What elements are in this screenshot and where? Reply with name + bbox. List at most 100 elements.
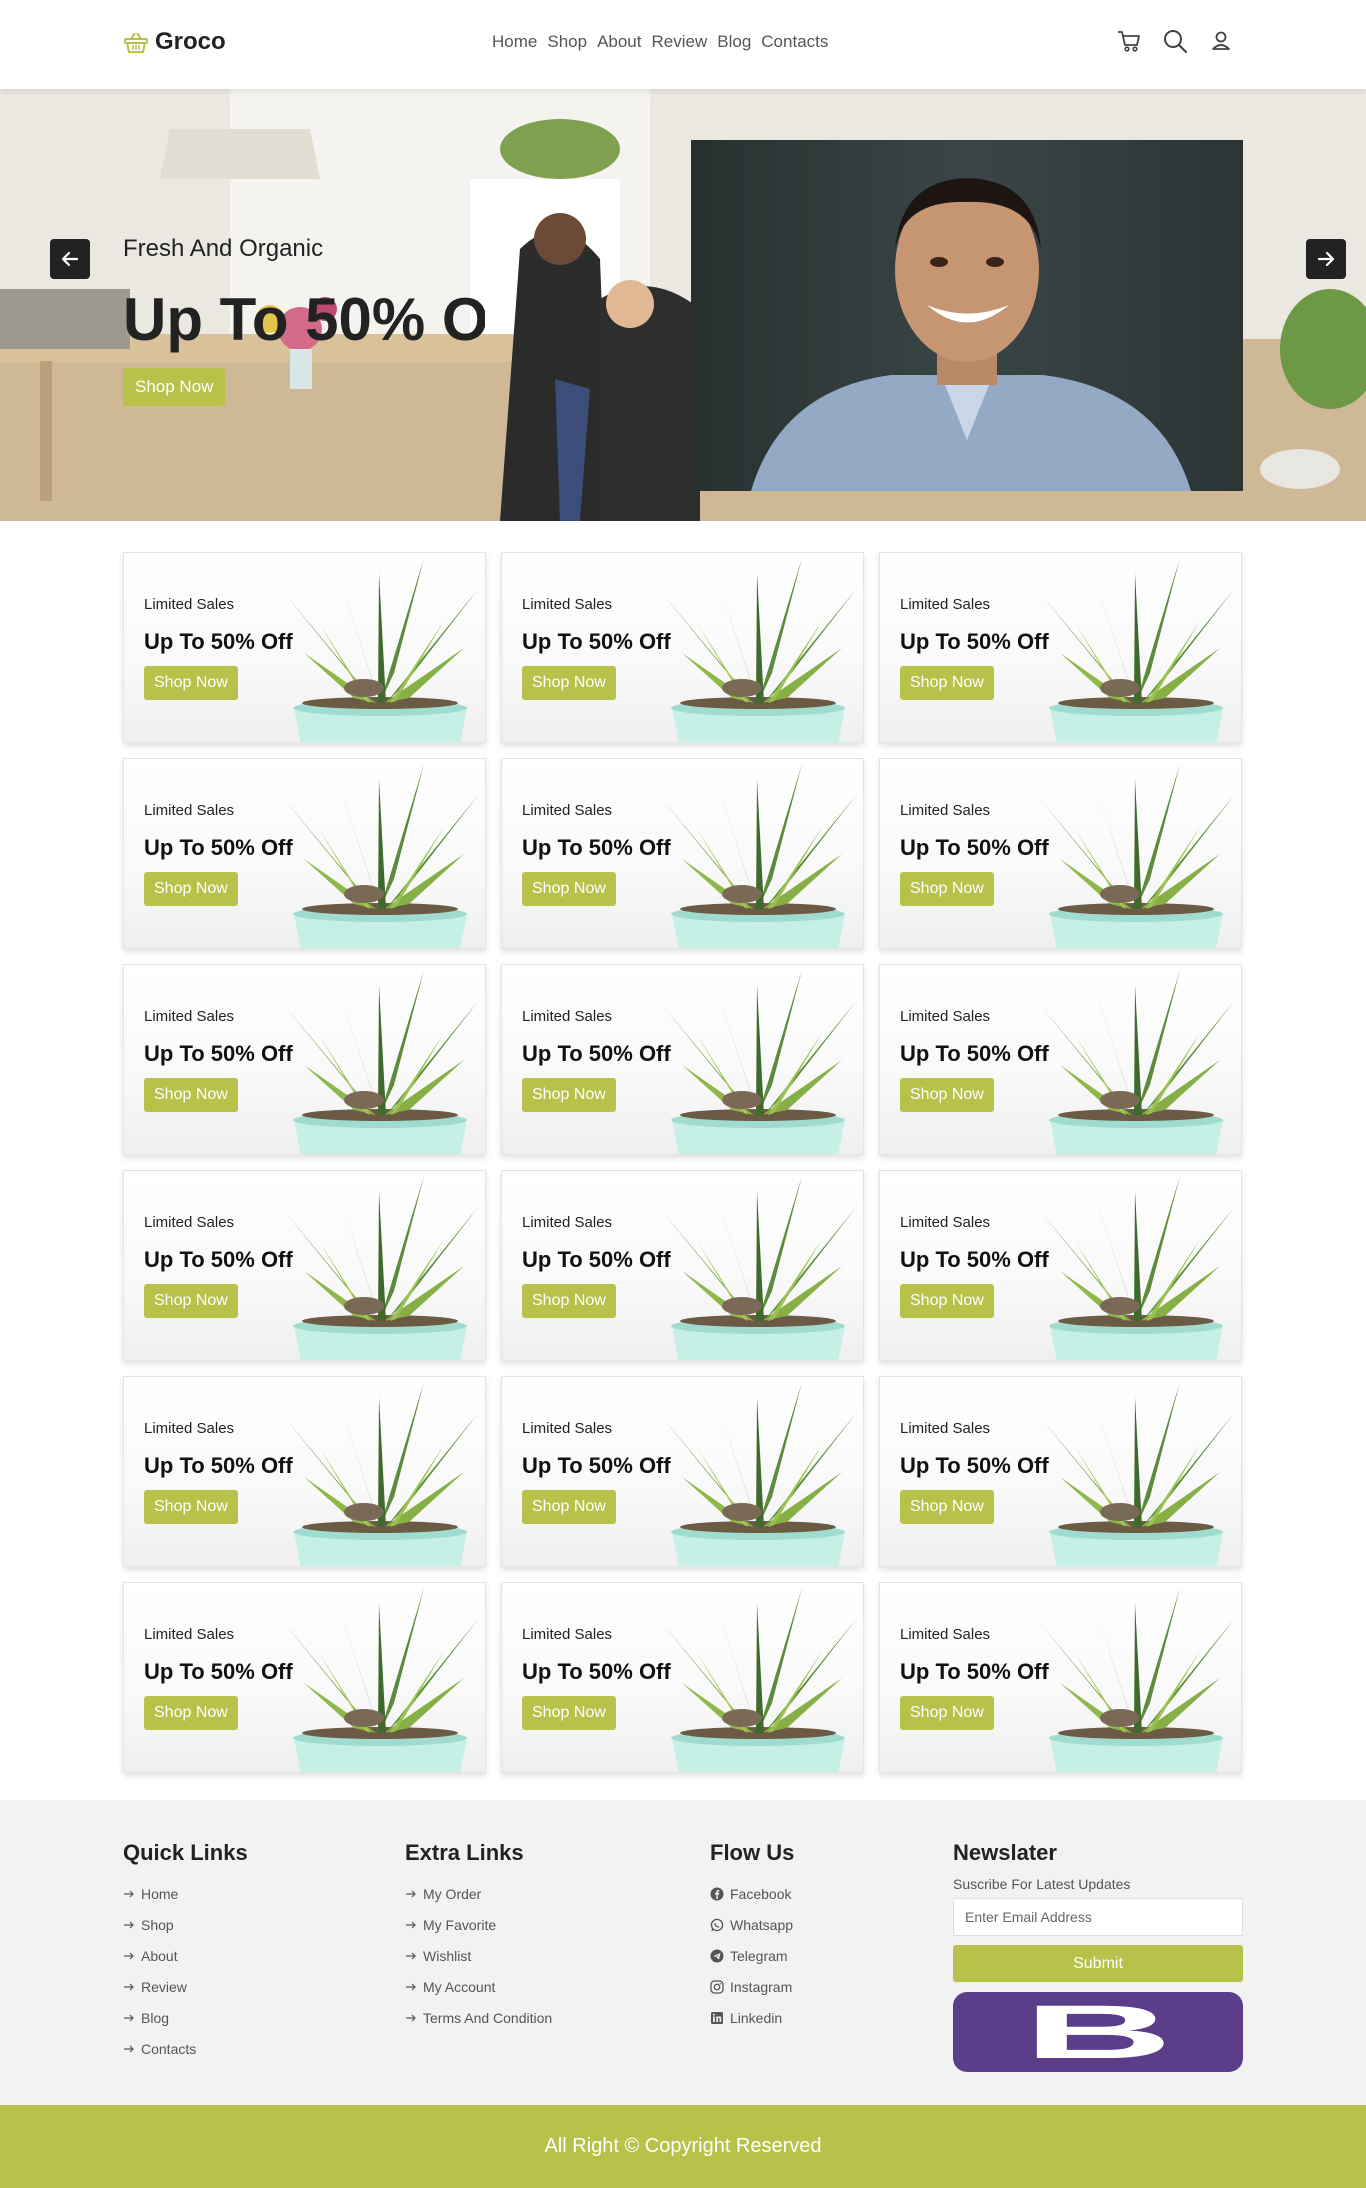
footer-link-shop[interactable]: Shop: [123, 1909, 248, 1940]
promo-card-kicker: Limited Sales: [522, 802, 613, 819]
promo-card-shop-now-button[interactable]: Shop Now: [522, 1284, 616, 1318]
promo-card-shop-now-button[interactable]: Shop Now: [522, 1696, 616, 1730]
social-link-whatsapp[interactable]: Whatsapp: [710, 1909, 794, 1940]
brand[interactable]: Groco: [123, 28, 226, 56]
footer-link-home[interactable]: Home: [123, 1878, 248, 1909]
aloe-plant-image: [1040, 764, 1235, 948]
aloe-plant-image: [662, 1382, 857, 1566]
promo-card-shop-now-button[interactable]: Shop Now: [900, 1078, 994, 1112]
brand-name: Groco: [155, 28, 226, 55]
slider-prev-button[interactable]: [50, 239, 90, 279]
facebook-icon: [710, 1887, 724, 1900]
cart-icon[interactable]: [1116, 28, 1142, 54]
footer-link-my-favorite[interactable]: My Favorite: [405, 1909, 552, 1940]
promo-card-text: Limited Sales Up To 50% Off Shop Now: [522, 1008, 671, 1112]
promo-card-kicker: Limited Sales: [900, 1214, 991, 1231]
promo-card-kicker: Limited Sales: [144, 596, 235, 613]
aloe-plant-image: [1040, 970, 1235, 1154]
aloe-plant-image: [1040, 1588, 1235, 1772]
testimonial-portrait-image: [691, 140, 1243, 491]
promo-card-text: Limited Sales Up To 50% Off Shop Now: [522, 1420, 671, 1524]
footer-link-review[interactable]: Review: [123, 1971, 248, 2002]
promo-card-shop-now-button[interactable]: Shop Now: [522, 666, 616, 700]
promo-card-shop-now-button[interactable]: Shop Now: [144, 1078, 238, 1112]
footer-extra-links: Extra Links My Order My Favorite Wishlis…: [405, 1840, 552, 2033]
search-icon[interactable]: [1162, 28, 1188, 54]
promo-card-kicker: Limited Sales: [900, 596, 991, 613]
hero-shop-now-button[interactable]: Shop Now: [123, 368, 226, 406]
footer-link-blog[interactable]: Blog: [123, 2002, 248, 2033]
promo-card-shop-now-button[interactable]: Shop Now: [144, 1696, 238, 1730]
promo-card-shop-now-button[interactable]: Shop Now: [900, 1284, 994, 1318]
social-link-linkedin[interactable]: Linkedin: [710, 2002, 794, 2033]
footer-link-my-order[interactable]: My Order: [405, 1878, 552, 1909]
footer-link-label: Blog: [141, 2009, 170, 2026]
promo-card-title: Up To 50% Off: [900, 1247, 1049, 1272]
promo-card-title: Up To 50% Off: [144, 1453, 293, 1478]
promo-card: Limited Sales Up To 50% Off Shop Now: [123, 552, 486, 743]
footer-extra-links-title: Extra Links: [405, 1840, 524, 1865]
promo-card-shop-now-button[interactable]: Shop Now: [144, 1490, 238, 1524]
footer-link-terms[interactable]: Terms And Condition: [405, 2002, 552, 2033]
slider-next-button[interactable]: [1306, 239, 1346, 279]
promo-card-title: Up To 50% Off: [522, 629, 671, 654]
promo-card-title: Up To 50% Off: [144, 1659, 293, 1684]
newsletter-submit-button[interactable]: Submit: [953, 1945, 1243, 1982]
promo-card-shop-now-button[interactable]: Shop Now: [900, 1696, 994, 1730]
nav-link-blog[interactable]: Blog: [717, 32, 751, 52]
social-link-instagram[interactable]: Instagram: [710, 1971, 794, 2002]
promo-card-shop-now-button[interactable]: Shop Now: [900, 666, 994, 700]
nav-link-review[interactable]: Review: [652, 32, 708, 52]
promo-card-kicker: Limited Sales: [144, 1214, 235, 1231]
arrow-right-icon: [124, 2045, 134, 2052]
nav-link-shop[interactable]: Shop: [547, 32, 587, 52]
promo-card-text: Limited Sales Up To 50% Off Shop Now: [144, 596, 293, 700]
promo-card-text: Limited Sales Up To 50% Off Shop Now: [522, 596, 671, 700]
nav-link-contacts[interactable]: Contacts: [761, 32, 828, 52]
whatsapp-icon: [710, 1918, 724, 1931]
promo-card-title: Up To 50% Off: [900, 1659, 1049, 1684]
promo-card-shop-now-button[interactable]: Shop Now: [144, 872, 238, 906]
footer-link-wishlist[interactable]: Wishlist: [405, 1940, 552, 1971]
promo-card-shop-now-button[interactable]: Shop Now: [522, 1490, 616, 1524]
social-link-label: Linkedin: [730, 2009, 783, 2026]
promo-card: Limited Sales Up To 50% Off Shop Now: [123, 758, 486, 949]
promo-card-shop-now-button[interactable]: Shop Now: [144, 666, 238, 700]
social-link-label: Whatsapp: [730, 1916, 794, 1933]
footer: Quick Links Home Shop About Review Blog …: [0, 1800, 1366, 2105]
promo-card: Limited Sales Up To 50% Off Shop Now: [501, 1582, 864, 1773]
promo-card-title: Up To 50% Off: [144, 629, 293, 654]
promo-card-kicker: Limited Sales: [144, 1420, 235, 1437]
footer-social-list: Facebook Whatsapp Telegram Instagram Lin…: [710, 1878, 794, 2033]
nav-link-about[interactable]: About: [597, 32, 641, 52]
telegram-icon: [710, 1949, 724, 1962]
promo-card-kicker: Limited Sales: [144, 1626, 235, 1643]
promo-card-text: Limited Sales Up To 50% Off Shop Now: [144, 802, 293, 906]
promo-card-text: Limited Sales Up To 50% Off Shop Now: [522, 802, 671, 906]
newsletter-email-input[interactable]: [953, 1898, 1243, 1936]
aloe-plant-image: [662, 1588, 857, 1772]
promo-card-kicker: Limited Sales: [522, 1214, 613, 1231]
promo-card-shop-now-button[interactable]: Shop Now: [900, 872, 994, 906]
social-link-telegram[interactable]: Telegram: [710, 1940, 794, 1971]
footer-link-contacts[interactable]: Contacts: [123, 2033, 248, 2064]
promo-card-title: Up To 50% Off: [522, 1659, 671, 1684]
social-link-facebook[interactable]: Facebook: [710, 1878, 794, 1909]
promo-card-shop-now-button[interactable]: Shop Now: [144, 1284, 238, 1318]
promo-card-shop-now-button[interactable]: Shop Now: [522, 872, 616, 906]
footer-link-label: Home: [141, 1885, 179, 1902]
promo-card-shop-now-button[interactable]: Shop Now: [522, 1078, 616, 1112]
footer-link-about[interactable]: About: [123, 1940, 248, 1971]
nav-link-home[interactable]: Home: [492, 32, 537, 52]
promo-card-kicker: Limited Sales: [144, 802, 235, 819]
footer-quick-links-list: Home Shop About Review Blog Contacts: [123, 1878, 248, 2064]
promo-card-shop-now-button[interactable]: Shop Now: [900, 1490, 994, 1524]
arrow-right-icon: [406, 1921, 416, 1928]
social-link-label: Telegram: [730, 1947, 788, 1964]
promo-card: Limited Sales Up To 50% Off Shop Now: [123, 1582, 486, 1773]
footer-link-my-account[interactable]: My Account: [405, 1971, 552, 2002]
footer-link-label: Contacts: [141, 2040, 197, 2057]
promo-card-kicker: Limited Sales: [900, 802, 991, 819]
promo-card: Limited Sales Up To 50% Off Shop Now: [501, 1376, 864, 1567]
user-icon[interactable]: [1208, 28, 1234, 54]
